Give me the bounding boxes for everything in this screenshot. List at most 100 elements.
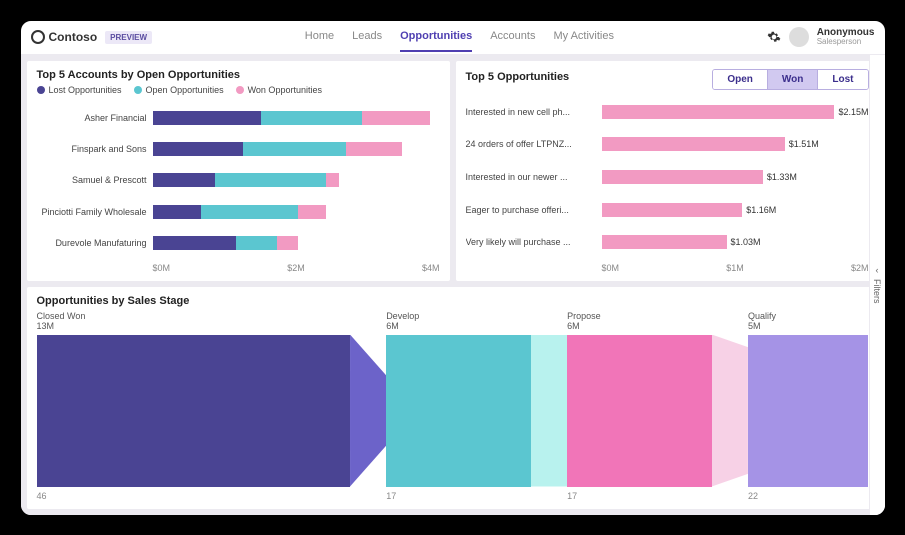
axis-tick: $0M — [602, 263, 691, 273]
filters-panel-toggle[interactable]: ‹ Filters — [869, 55, 885, 515]
bar-label: Samuel & Prescott — [37, 175, 147, 185]
funnel-connector — [350, 335, 386, 487]
bar-row[interactable]: Pinciotti Family Wholesale — [37, 203, 430, 221]
pill-won[interactable]: Won — [767, 70, 817, 89]
bar-row[interactable]: Asher Financial — [37, 109, 430, 127]
gear-icon[interactable] — [767, 30, 781, 44]
bar-label: Interested in new cell ph... — [466, 107, 596, 117]
funnel-connector — [712, 335, 748, 487]
swatch-won — [236, 86, 244, 94]
stacked-bar — [153, 173, 430, 187]
swatch-lost — [37, 86, 45, 94]
brand-logo[interactable]: Contoso — [31, 30, 98, 44]
bar-segment — [153, 236, 236, 250]
funnel-footer: 46171722 — [37, 487, 869, 501]
user-role: Salesperson — [817, 38, 875, 47]
nav-leads[interactable]: Leads — [352, 22, 382, 52]
bar — [602, 170, 763, 184]
funnel-footer-value: 46 — [37, 491, 387, 501]
stacked-bar — [153, 142, 430, 156]
funnel-chart — [37, 335, 869, 487]
brand-name: Contoso — [49, 30, 98, 44]
bar-track: $1.16M — [602, 203, 869, 217]
funnel-stage-header: Closed Won13M — [37, 311, 387, 331]
bar-segment — [236, 236, 278, 250]
bar-value: $1.51M — [789, 139, 819, 149]
bar-row[interactable]: Interested in new cell ph... $2.15M — [466, 103, 869, 121]
bar-row[interactable]: Eager to purchase offeri... $1.16M — [466, 201, 869, 219]
funnel-header: Closed Won13MDevelop6MPropose6MQualify5M — [37, 311, 869, 335]
filters-label: Filters — [872, 279, 882, 304]
bar-segment — [201, 205, 298, 219]
dashboard-content: Top 5 Accounts by Open Opportunities Los… — [21, 55, 885, 515]
funnel-stage-header: Develop6M — [386, 311, 567, 331]
bar-segment — [362, 111, 430, 125]
swatch-open — [134, 86, 142, 94]
bar-segment — [298, 205, 326, 219]
bar — [602, 203, 743, 217]
nav-opportunities[interactable]: Opportunities — [400, 22, 472, 52]
topbar: Contoso PREVIEW Home Leads Opportunities… — [21, 21, 885, 55]
bar-row[interactable]: Very likely will purchase ... $1.03M — [466, 233, 869, 251]
bar-row[interactable]: 24 orders of offer LTPNZ...$1.51M — [466, 135, 869, 153]
funnel-footer-value: 17 — [386, 491, 567, 501]
bar-row[interactable]: Interested in our newer ... $1.33M — [466, 168, 869, 186]
axis-tick: $2M — [248, 263, 344, 273]
bar-value: $1.16M — [746, 205, 776, 215]
card-top-accounts: Top 5 Accounts by Open Opportunities Los… — [27, 61, 450, 281]
bar-row[interactable]: Samuel & Prescott — [37, 171, 430, 189]
bar-label: Pinciotti Family Wholesale — [37, 207, 147, 217]
logo-icon — [31, 30, 45, 44]
legend-lost[interactable]: Lost Opportunities — [37, 85, 122, 95]
bar-label: Very likely will purchase ... — [466, 237, 596, 247]
chevron-left-icon: ‹ — [876, 265, 879, 275]
axis-tick: $4M — [344, 263, 440, 273]
card-top-opportunities: Top 5 Opportunities Open Won Lost Intere… — [456, 61, 879, 281]
card-title: Top 5 Opportunities — [466, 71, 570, 83]
bar-segment — [243, 142, 347, 156]
nav-my-activities[interactable]: My Activities — [553, 22, 614, 52]
bar-track: $1.33M — [602, 170, 869, 184]
bar-row[interactable]: Finspark and Sons — [37, 140, 430, 158]
bar-label: Eager to purchase offeri... — [466, 205, 596, 215]
legend-won[interactable]: Won Opportunities — [236, 85, 322, 95]
stacked-bar — [153, 111, 430, 125]
bar — [602, 235, 727, 249]
axis-tick: $1M — [691, 263, 780, 273]
bar-row[interactable]: Durevole Manufaturing — [37, 234, 430, 252]
funnel-block[interactable] — [37, 335, 351, 487]
preview-badge: PREVIEW — [105, 31, 152, 44]
bar-label: Durevole Manufaturing — [37, 238, 147, 248]
nav-accounts[interactable]: Accounts — [490, 22, 535, 52]
bar-value: $2.15M — [838, 107, 868, 117]
nav-home[interactable]: Home — [305, 22, 334, 52]
funnel-stage-header: Propose6M — [567, 311, 748, 331]
bar-segment — [326, 173, 340, 187]
bar-segment — [153, 142, 243, 156]
card-sales-stage: Opportunities by Sales Stage Closed Won1… — [27, 287, 879, 509]
funnel-block[interactable] — [748, 335, 869, 487]
user-text: Anonymous Salesperson — [817, 27, 875, 47]
pill-lost[interactable]: Lost — [817, 70, 867, 89]
bar-label: Interested in our newer ... — [466, 172, 596, 182]
pill-open[interactable]: Open — [713, 70, 767, 89]
stacked-bar — [153, 236, 430, 250]
funnel-stage-header: Qualify5M — [748, 311, 869, 331]
x-axis: $0M $1M $2M — [602, 259, 869, 273]
bar — [602, 105, 835, 119]
bar-track: $1.03M — [602, 235, 869, 249]
bar-segment — [153, 111, 261, 125]
horizontal-bar-chart: Interested in new cell ph... $2.15M 24 ord… — [466, 90, 869, 259]
bar-value: $1.33M — [767, 172, 797, 182]
funnel-block[interactable] — [567, 335, 712, 487]
legend-open[interactable]: Open Opportunities — [134, 85, 224, 95]
bar-value: $1.03M — [731, 237, 761, 247]
funnel-block[interactable] — [386, 335, 531, 487]
funnel-footer-value: 22 — [748, 491, 869, 501]
avatar[interactable] — [789, 27, 809, 47]
user-area: Anonymous Salesperson — [767, 27, 875, 47]
bar-segment — [346, 142, 401, 156]
axis-tick: $2M — [780, 263, 869, 273]
bar — [602, 137, 785, 151]
bar-segment — [261, 111, 362, 125]
